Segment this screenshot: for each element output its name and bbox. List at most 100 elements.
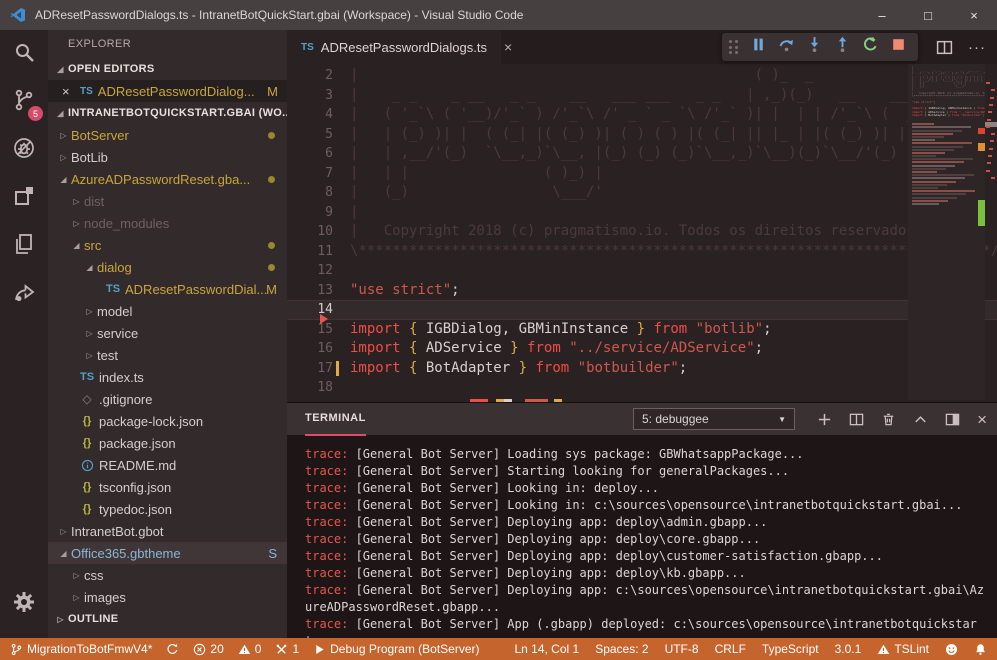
status-indentation[interactable]: Spaces: 2: [595, 642, 648, 656]
tree-item-dialog[interactable]: ◢dialog: [48, 256, 287, 278]
split-terminal-button[interactable]: [849, 412, 864, 427]
activity-item-settings[interactable]: [0, 580, 48, 628]
tree-item-readme-md[interactable]: README.md: [48, 454, 287, 476]
pause-button[interactable]: [746, 35, 771, 59]
more-actions-button[interactable]: ···: [968, 39, 986, 56]
minimap[interactable]: | ( )_ _| _ _ _ __ _ _ __ ___ ___ _ _ | …: [908, 64, 985, 400]
step-out-button[interactable]: [830, 35, 855, 59]
step-into-button[interactable]: [802, 35, 827, 59]
maximize-button[interactable]: □: [905, 0, 951, 30]
minimap-bar: [912, 136, 944, 138]
move-panel-button[interactable]: [945, 412, 960, 427]
status-tslint[interactable]: TSLint: [877, 642, 929, 656]
tree-item-azureadpasswordreset-gba[interactable]: ◢AzureADPasswordReset.gba...: [48, 168, 287, 190]
status-warnings[interactable]: 0: [238, 642, 262, 656]
close-panel-button[interactable]: ×: [977, 411, 987, 428]
trace-prefix: trace:: [305, 583, 348, 597]
tree-item-model[interactable]: ▷model: [48, 300, 287, 322]
minimap-bar: [912, 165, 955, 167]
status-feedback[interactable]: [945, 643, 958, 656]
tree-item-dist[interactable]: ▷dist: [48, 190, 287, 212]
status-cursor-position[interactable]: Ln 14, Col 1: [514, 642, 579, 656]
editor-tab-active[interactable]: TS ADResetPasswordDialogs.ts ×: [287, 30, 501, 64]
terminal-line: trace: [General Bot Server] Loading sys …: [305, 446, 987, 463]
tree-item-intranetbot-gbot[interactable]: ▷IntranetBot.gbot: [48, 520, 287, 542]
tree-item-package-json[interactable]: {}package.json: [48, 432, 287, 454]
status-eol[interactable]: CRLF: [715, 642, 746, 656]
git-modified-gutter: [336, 361, 339, 377]
code-text: import { BotAdapter } from "botbuilder";: [350, 359, 687, 379]
tree-item-node-modules[interactable]: ▷node_modules: [48, 212, 287, 234]
status-notifications[interactable]: [974, 643, 987, 656]
tree-item-typedoc-json[interactable]: {}typedoc.json: [48, 498, 287, 520]
chevron-right-icon: ▷: [69, 593, 84, 602]
tree-item-botserver[interactable]: ▷BotServer: [48, 124, 287, 146]
status-encoding[interactable]: UTF-8: [665, 642, 699, 656]
tab-close-icon[interactable]: ×: [504, 39, 512, 55]
chevron-down-icon: ◢: [56, 175, 71, 184]
workspace-header[interactable]: ◢ INTRANETBOTQUICKSTART.GBAI (WO...: [48, 102, 287, 124]
activity-item-debug[interactable]: [0, 126, 48, 174]
tree-item-service[interactable]: ▷service: [48, 322, 287, 344]
line-number: 3: [287, 86, 333, 106]
activity-item-source-control[interactable]: 5: [0, 78, 48, 126]
terminal-selector-dropdown[interactable]: 5: debuggee ▼: [633, 408, 795, 430]
tree-item-css[interactable]: ▷css: [48, 564, 287, 586]
tree-item-label: node_modules: [84, 216, 169, 231]
split-editor-button[interactable]: [936, 39, 953, 56]
tree-item-label: tsconfig.json: [99, 480, 171, 495]
branch-icon: [10, 643, 23, 656]
open-editors-header[interactable]: ◢ OPEN EDITORS: [48, 58, 287, 80]
tree-item-index-ts[interactable]: TSindex.ts: [48, 366, 287, 388]
overview-ruler[interactable]: [985, 64, 997, 400]
code-token: | ( )_ _: [350, 67, 814, 83]
tree-item-gitignore[interactable]: ◇.gitignore: [48, 388, 287, 410]
status-errors[interactable]: 20: [193, 642, 223, 656]
status-git-branch[interactable]: MigrationToBotFmwV4*: [10, 642, 152, 656]
minimap-bar: [912, 152, 945, 154]
tree-item-label: css: [84, 568, 104, 583]
typescript-file-icon: TS: [79, 371, 95, 383]
activity-item-documents[interactable]: [0, 222, 48, 270]
activity-item-extensions[interactable]: [0, 174, 48, 222]
open-editor-item[interactable]: × TS ADResetPasswordDialog... M: [48, 80, 287, 102]
activity-item-search[interactable]: [0, 30, 48, 78]
restart-button[interactable]: [858, 35, 883, 59]
terminal-output[interactable]: trace: [General Bot Server] Loading sys …: [287, 435, 997, 638]
outline-header[interactable]: ▷ OUTLINE: [48, 608, 287, 630]
chevron-right-icon: ▷: [69, 219, 84, 228]
code-editor[interactable]: 2| ( )_ _3| _ _ _ __ _ _ __ ___ ___ _ _ …: [287, 64, 997, 402]
clipped-code-line: [470, 399, 580, 402]
kill-terminal-button[interactable]: [881, 412, 896, 427]
tree-item-adresetpassworddial[interactable]: TSADResetPasswordDial...M: [48, 278, 287, 300]
tree-item-office365-gbtheme[interactable]: ◢Office365.gbthemeS: [48, 542, 287, 564]
terminal-text: [General Bot Server] Deploying app: depl…: [348, 549, 883, 563]
tree-item-tsconfig-json[interactable]: {}tsconfig.json: [48, 476, 287, 498]
new-terminal-button[interactable]: [817, 412, 832, 427]
minimap-bar: [912, 126, 971, 128]
code-line-7: 7| | | ( )_) |: [287, 164, 997, 184]
stop-button[interactable]: [886, 35, 911, 59]
status-tasks[interactable]: 1: [275, 642, 299, 656]
status-sync[interactable]: [166, 643, 179, 656]
code-token: ;: [763, 321, 771, 337]
tree-item-images[interactable]: ▷images: [48, 586, 287, 608]
close-button[interactable]: ×: [951, 0, 997, 30]
step-over-button[interactable]: [774, 35, 799, 59]
tree-item-test[interactable]: ▷test: [48, 344, 287, 366]
tree-item-package-lock-json[interactable]: {}package-lock.json: [48, 410, 287, 432]
activity-item-live-share[interactable]: [0, 270, 48, 318]
tree-item-botlib[interactable]: ▷BotLib: [48, 146, 287, 168]
drag-handle[interactable]: [729, 40, 738, 54]
status-debug-status[interactable]: Debug Program (BotServer): [313, 642, 479, 656]
status-version[interactable]: 3.0.1: [835, 642, 862, 656]
minimap-added-marker: [978, 200, 985, 226]
code-line-12: 12: [287, 261, 997, 281]
trace-prefix: trace:: [305, 549, 348, 563]
status-language[interactable]: TypeScript: [762, 642, 819, 656]
terminal-tab[interactable]: TERMINAL: [305, 402, 366, 436]
close-icon[interactable]: ×: [62, 84, 75, 99]
maximize-panel-button[interactable]: [913, 412, 928, 427]
minimize-button[interactable]: –: [859, 0, 905, 30]
tree-item-src[interactable]: ◢src: [48, 234, 287, 256]
